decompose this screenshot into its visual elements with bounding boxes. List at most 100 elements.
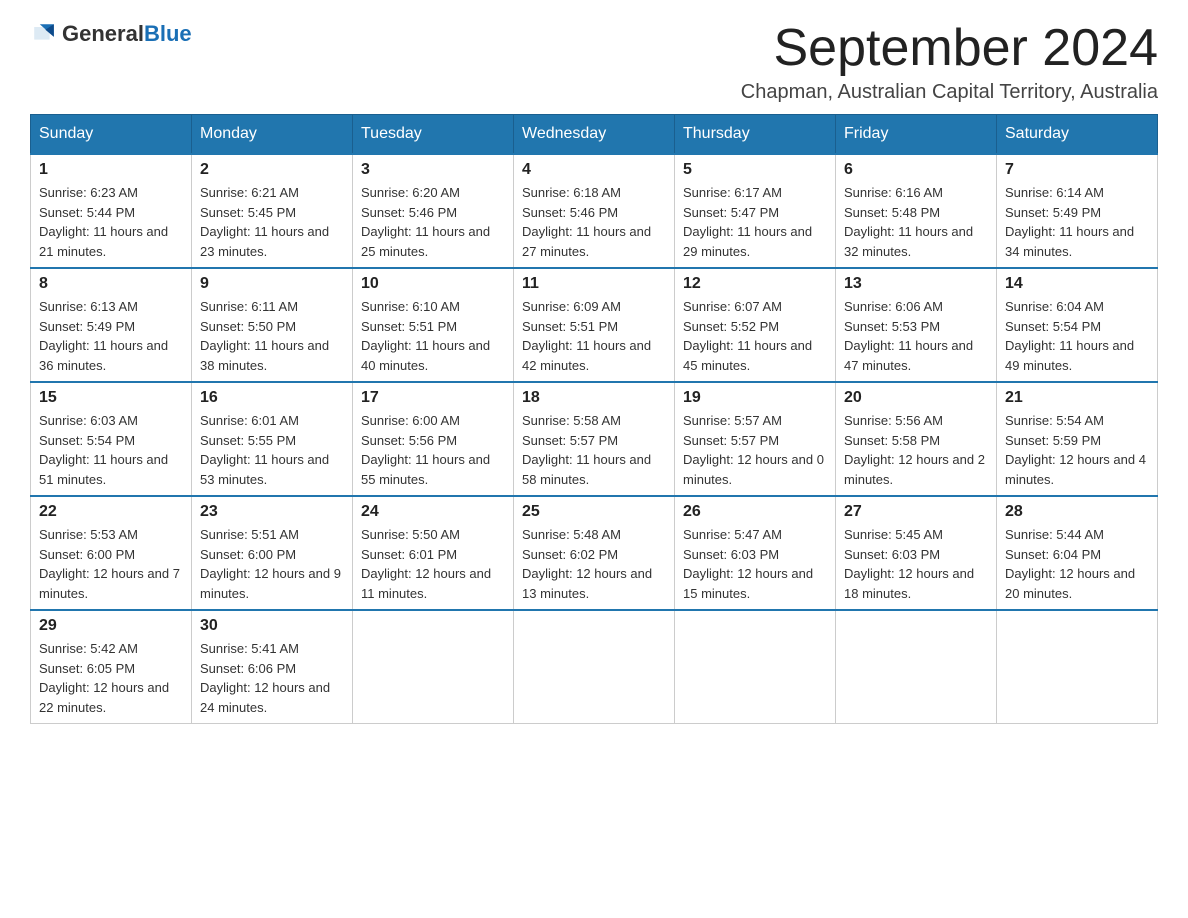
day-number: 26 bbox=[683, 503, 827, 521]
calendar-cell: 26 Sunrise: 5:47 AM Sunset: 6:03 PM Dayl… bbox=[675, 496, 836, 610]
day-number: 3 bbox=[361, 161, 505, 179]
page-header: GeneralBlue September 2024 Chapman, Aust… bbox=[30, 20, 1158, 104]
title-section: September 2024 Chapman, Australian Capit… bbox=[741, 20, 1158, 104]
day-info: Sunrise: 5:44 AM Sunset: 6:04 PM Dayligh… bbox=[1005, 525, 1149, 603]
day-info: Sunrise: 6:16 AM Sunset: 5:48 PM Dayligh… bbox=[844, 183, 988, 261]
day-info: Sunrise: 5:48 AM Sunset: 6:02 PM Dayligh… bbox=[522, 525, 666, 603]
week-row-4: 22 Sunrise: 5:53 AM Sunset: 6:00 PM Dayl… bbox=[31, 496, 1158, 610]
day-number: 20 bbox=[844, 389, 988, 407]
calendar-cell: 9 Sunrise: 6:11 AM Sunset: 5:50 PM Dayli… bbox=[192, 268, 353, 382]
day-info: Sunrise: 5:47 AM Sunset: 6:03 PM Dayligh… bbox=[683, 525, 827, 603]
header-row: Sunday Monday Tuesday Wednesday Thursday… bbox=[31, 115, 1158, 155]
day-number: 27 bbox=[844, 503, 988, 521]
calendar-cell: 25 Sunrise: 5:48 AM Sunset: 6:02 PM Dayl… bbox=[514, 496, 675, 610]
day-info: Sunrise: 6:09 AM Sunset: 5:51 PM Dayligh… bbox=[522, 297, 666, 375]
day-info: Sunrise: 5:50 AM Sunset: 6:01 PM Dayligh… bbox=[361, 525, 505, 603]
logo-blue: Blue bbox=[144, 21, 192, 46]
calendar-cell: 19 Sunrise: 5:57 AM Sunset: 5:57 PM Dayl… bbox=[675, 382, 836, 496]
week-row-3: 15 Sunrise: 6:03 AM Sunset: 5:54 PM Dayl… bbox=[31, 382, 1158, 496]
calendar-cell: 14 Sunrise: 6:04 AM Sunset: 5:54 PM Dayl… bbox=[997, 268, 1158, 382]
day-info: Sunrise: 5:51 AM Sunset: 6:00 PM Dayligh… bbox=[200, 525, 344, 603]
calendar-cell: 23 Sunrise: 5:51 AM Sunset: 6:00 PM Dayl… bbox=[192, 496, 353, 610]
logo: GeneralBlue bbox=[30, 20, 192, 48]
day-number: 30 bbox=[200, 617, 344, 635]
day-info: Sunrise: 6:21 AM Sunset: 5:45 PM Dayligh… bbox=[200, 183, 344, 261]
day-info: Sunrise: 6:00 AM Sunset: 5:56 PM Dayligh… bbox=[361, 411, 505, 489]
header-thursday: Thursday bbox=[675, 115, 836, 155]
day-number: 28 bbox=[1005, 503, 1149, 521]
day-number: 19 bbox=[683, 389, 827, 407]
day-info: Sunrise: 6:13 AM Sunset: 5:49 PM Dayligh… bbox=[39, 297, 183, 375]
calendar-cell: 4 Sunrise: 6:18 AM Sunset: 5:46 PM Dayli… bbox=[514, 154, 675, 268]
day-info: Sunrise: 6:20 AM Sunset: 5:46 PM Dayligh… bbox=[361, 183, 505, 261]
day-info: Sunrise: 5:42 AM Sunset: 6:05 PM Dayligh… bbox=[39, 639, 183, 717]
day-number: 15 bbox=[39, 389, 183, 407]
calendar-cell bbox=[997, 610, 1158, 724]
logo-icon bbox=[30, 20, 58, 48]
day-number: 10 bbox=[361, 275, 505, 293]
day-number: 23 bbox=[200, 503, 344, 521]
calendar-cell: 11 Sunrise: 6:09 AM Sunset: 5:51 PM Dayl… bbox=[514, 268, 675, 382]
calendar-cell: 30 Sunrise: 5:41 AM Sunset: 6:06 PM Dayl… bbox=[192, 610, 353, 724]
day-number: 7 bbox=[1005, 161, 1149, 179]
header-tuesday: Tuesday bbox=[353, 115, 514, 155]
day-number: 29 bbox=[39, 617, 183, 635]
day-number: 2 bbox=[200, 161, 344, 179]
logo-general: General bbox=[62, 21, 144, 46]
calendar-cell bbox=[836, 610, 997, 724]
header-monday: Monday bbox=[192, 115, 353, 155]
day-number: 12 bbox=[683, 275, 827, 293]
calendar-cell bbox=[353, 610, 514, 724]
calendar-cell: 16 Sunrise: 6:01 AM Sunset: 5:55 PM Dayl… bbox=[192, 382, 353, 496]
calendar-cell: 1 Sunrise: 6:23 AM Sunset: 5:44 PM Dayli… bbox=[31, 154, 192, 268]
day-info: Sunrise: 6:06 AM Sunset: 5:53 PM Dayligh… bbox=[844, 297, 988, 375]
day-info: Sunrise: 6:01 AM Sunset: 5:55 PM Dayligh… bbox=[200, 411, 344, 489]
calendar-cell: 13 Sunrise: 6:06 AM Sunset: 5:53 PM Dayl… bbox=[836, 268, 997, 382]
calendar-cell: 8 Sunrise: 6:13 AM Sunset: 5:49 PM Dayli… bbox=[31, 268, 192, 382]
calendar-cell bbox=[514, 610, 675, 724]
day-info: Sunrise: 5:45 AM Sunset: 6:03 PM Dayligh… bbox=[844, 525, 988, 603]
header-saturday: Saturday bbox=[997, 115, 1158, 155]
day-info: Sunrise: 5:57 AM Sunset: 5:57 PM Dayligh… bbox=[683, 411, 827, 489]
day-number: 14 bbox=[1005, 275, 1149, 293]
calendar-cell: 10 Sunrise: 6:10 AM Sunset: 5:51 PM Dayl… bbox=[353, 268, 514, 382]
day-number: 21 bbox=[1005, 389, 1149, 407]
day-info: Sunrise: 5:54 AM Sunset: 5:59 PM Dayligh… bbox=[1005, 411, 1149, 489]
calendar-cell: 17 Sunrise: 6:00 AM Sunset: 5:56 PM Dayl… bbox=[353, 382, 514, 496]
header-sunday: Sunday bbox=[31, 115, 192, 155]
day-info: Sunrise: 6:03 AM Sunset: 5:54 PM Dayligh… bbox=[39, 411, 183, 489]
calendar-cell: 12 Sunrise: 6:07 AM Sunset: 5:52 PM Dayl… bbox=[675, 268, 836, 382]
calendar-cell bbox=[675, 610, 836, 724]
header-wednesday: Wednesday bbox=[514, 115, 675, 155]
day-number: 16 bbox=[200, 389, 344, 407]
day-number: 24 bbox=[361, 503, 505, 521]
calendar-cell: 22 Sunrise: 5:53 AM Sunset: 6:00 PM Dayl… bbox=[31, 496, 192, 610]
calendar-cell: 3 Sunrise: 6:20 AM Sunset: 5:46 PM Dayli… bbox=[353, 154, 514, 268]
day-info: Sunrise: 6:10 AM Sunset: 5:51 PM Dayligh… bbox=[361, 297, 505, 375]
day-info: Sunrise: 6:17 AM Sunset: 5:47 PM Dayligh… bbox=[683, 183, 827, 261]
calendar-cell: 21 Sunrise: 5:54 AM Sunset: 5:59 PM Dayl… bbox=[997, 382, 1158, 496]
day-info: Sunrise: 5:53 AM Sunset: 6:00 PM Dayligh… bbox=[39, 525, 183, 603]
day-info: Sunrise: 6:11 AM Sunset: 5:50 PM Dayligh… bbox=[200, 297, 344, 375]
day-number: 22 bbox=[39, 503, 183, 521]
day-info: Sunrise: 6:07 AM Sunset: 5:52 PM Dayligh… bbox=[683, 297, 827, 375]
day-number: 25 bbox=[522, 503, 666, 521]
day-number: 6 bbox=[844, 161, 988, 179]
calendar-cell: 15 Sunrise: 6:03 AM Sunset: 5:54 PM Dayl… bbox=[31, 382, 192, 496]
day-info: Sunrise: 5:41 AM Sunset: 6:06 PM Dayligh… bbox=[200, 639, 344, 717]
calendar-cell: 5 Sunrise: 6:17 AM Sunset: 5:47 PM Dayli… bbox=[675, 154, 836, 268]
calendar-cell: 20 Sunrise: 5:56 AM Sunset: 5:58 PM Dayl… bbox=[836, 382, 997, 496]
day-info: Sunrise: 5:56 AM Sunset: 5:58 PM Dayligh… bbox=[844, 411, 988, 489]
logo-text: GeneralBlue bbox=[62, 21, 192, 47]
day-info: Sunrise: 6:14 AM Sunset: 5:49 PM Dayligh… bbox=[1005, 183, 1149, 261]
week-row-1: 1 Sunrise: 6:23 AM Sunset: 5:44 PM Dayli… bbox=[31, 154, 1158, 268]
day-number: 8 bbox=[39, 275, 183, 293]
week-row-2: 8 Sunrise: 6:13 AM Sunset: 5:49 PM Dayli… bbox=[31, 268, 1158, 382]
calendar-cell: 18 Sunrise: 5:58 AM Sunset: 5:57 PM Dayl… bbox=[514, 382, 675, 496]
calendar-cell: 27 Sunrise: 5:45 AM Sunset: 6:03 PM Dayl… bbox=[836, 496, 997, 610]
calendar-subtitle: Chapman, Australian Capital Territory, A… bbox=[741, 81, 1158, 104]
header-friday: Friday bbox=[836, 115, 997, 155]
week-row-5: 29 Sunrise: 5:42 AM Sunset: 6:05 PM Dayl… bbox=[31, 610, 1158, 724]
calendar-title: September 2024 bbox=[741, 20, 1158, 77]
day-info: Sunrise: 6:18 AM Sunset: 5:46 PM Dayligh… bbox=[522, 183, 666, 261]
